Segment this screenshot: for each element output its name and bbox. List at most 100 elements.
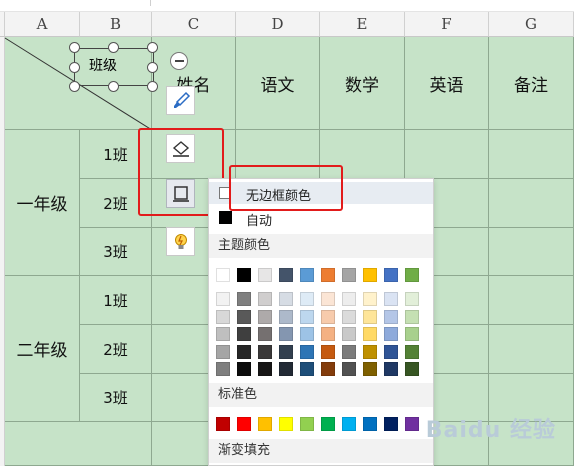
theme-shade-swatch[interactable] [300, 309, 314, 324]
class-cell[interactable]: 2班 [80, 325, 152, 374]
header-cell-math[interactable]: 数学 [320, 37, 405, 130]
theme-shade-swatch[interactable] [279, 362, 293, 376]
standard-color-swatch[interactable] [405, 417, 419, 431]
empty-cell[interactable] [489, 228, 574, 276]
theme-shade-swatch[interactable] [279, 309, 293, 324]
column-header-f[interactable]: F [405, 12, 489, 37]
resize-handle[interactable] [69, 42, 80, 53]
theme-shade-swatch[interactable] [342, 344, 356, 359]
theme-shade-swatch[interactable] [384, 292, 398, 306]
theme-shade-swatch[interactable] [405, 344, 419, 359]
theme-shade-swatch[interactable] [321, 362, 335, 376]
column-header-c[interactable]: C [152, 12, 236, 37]
theme-shade-swatch[interactable] [258, 362, 272, 376]
theme-shade-swatch[interactable] [216, 292, 230, 306]
empty-cell[interactable] [489, 179, 574, 228]
header-cell-name[interactable]: 姓名 [152, 37, 236, 130]
column-header-a[interactable]: A [5, 12, 80, 37]
theme-shade-swatch[interactable] [405, 309, 419, 324]
theme-shade-swatch[interactable] [405, 292, 419, 306]
standard-color-swatch[interactable] [342, 417, 356, 431]
theme-shade-swatch[interactable] [321, 344, 335, 359]
resize-handle[interactable] [108, 42, 119, 53]
theme-color-swatch[interactable] [405, 268, 419, 282]
theme-shade-swatch[interactable] [363, 344, 377, 359]
theme-shade-swatch[interactable] [216, 362, 230, 376]
standard-color-swatch[interactable] [384, 417, 398, 431]
resize-handle[interactable] [147, 42, 158, 53]
grade-cell-2[interactable]: 二年级 [5, 276, 80, 422]
theme-shade-swatch[interactable] [342, 362, 356, 376]
header-cell-english[interactable]: 英语 [405, 37, 489, 130]
empty-cell[interactable] [489, 276, 574, 325]
resize-handle[interactable] [108, 81, 119, 92]
theme-color-swatch[interactable] [363, 268, 377, 282]
theme-shade-swatch[interactable] [216, 344, 230, 359]
theme-shade-swatch[interactable] [342, 292, 356, 306]
class-cell[interactable]: 3班 [80, 228, 152, 276]
standard-color-swatch[interactable] [321, 417, 335, 431]
theme-shade-swatch[interactable] [321, 309, 335, 324]
theme-shade-swatch[interactable] [363, 362, 377, 376]
theme-shade-swatch[interactable] [405, 327, 419, 341]
theme-shade-swatch[interactable] [279, 292, 293, 306]
theme-shade-swatch[interactable] [321, 327, 335, 341]
class-cell[interactable]: 1班 [80, 276, 152, 325]
theme-shade-swatch[interactable] [237, 327, 251, 341]
resize-handle[interactable] [147, 81, 158, 92]
standard-color-swatch[interactable] [237, 417, 251, 431]
theme-color-swatch[interactable] [216, 268, 230, 282]
theme-shade-swatch[interactable] [405, 362, 419, 376]
theme-shade-swatch[interactable] [300, 292, 314, 306]
grade-cell-1[interactable]: 一年级 [5, 130, 80, 276]
theme-shade-swatch[interactable] [258, 327, 272, 341]
theme-shade-swatch[interactable] [384, 344, 398, 359]
theme-shade-swatch[interactable] [300, 327, 314, 341]
collapse-icon[interactable] [170, 52, 188, 70]
theme-color-swatch[interactable] [258, 268, 272, 282]
theme-color-swatch[interactable] [279, 268, 293, 282]
column-header-b[interactable]: B [80, 12, 152, 37]
theme-color-swatch[interactable] [300, 268, 314, 282]
theme-shade-swatch[interactable] [321, 292, 335, 306]
standard-color-swatch[interactable] [258, 417, 272, 431]
class-cell[interactable]: 3班 [80, 374, 152, 422]
theme-color-swatch[interactable] [384, 268, 398, 282]
theme-shade-swatch[interactable] [279, 327, 293, 341]
theme-shade-swatch[interactable] [363, 309, 377, 324]
header-cell-remarks[interactable]: 备注 [489, 37, 574, 130]
theme-shade-swatch[interactable] [363, 292, 377, 306]
theme-shade-swatch[interactable] [258, 344, 272, 359]
theme-color-swatch[interactable] [342, 268, 356, 282]
theme-shade-swatch[interactable] [216, 309, 230, 324]
standard-color-swatch[interactable] [279, 417, 293, 431]
resize-handle[interactable] [69, 62, 80, 73]
column-header-e[interactable]: E [320, 12, 405, 37]
empty-cell[interactable] [5, 422, 152, 466]
resize-handle[interactable] [69, 81, 80, 92]
standard-color-swatch[interactable] [363, 417, 377, 431]
theme-color-swatch[interactable] [321, 268, 335, 282]
theme-color-swatch[interactable] [237, 268, 251, 282]
standard-color-swatch[interactable] [216, 417, 230, 431]
theme-shade-swatch[interactable] [258, 309, 272, 324]
style-tool-button[interactable] [166, 86, 195, 115]
theme-shade-swatch[interactable] [237, 292, 251, 306]
theme-shade-swatch[interactable] [237, 344, 251, 359]
empty-cell[interactable] [489, 325, 574, 374]
column-header-d[interactable]: D [236, 12, 320, 37]
effects-tool-button[interactable] [166, 227, 195, 256]
theme-shade-swatch[interactable] [384, 309, 398, 324]
standard-color-swatch[interactable] [300, 417, 314, 431]
resize-handle[interactable] [147, 62, 158, 73]
header-cell-chinese[interactable]: 语文 [236, 37, 320, 130]
theme-shade-swatch[interactable] [342, 327, 356, 341]
theme-shade-swatch[interactable] [342, 309, 356, 324]
theme-shade-swatch[interactable] [384, 362, 398, 376]
theme-shade-swatch[interactable] [384, 327, 398, 341]
theme-shade-swatch[interactable] [258, 292, 272, 306]
theme-shade-swatch[interactable] [300, 344, 314, 359]
theme-shade-swatch[interactable] [300, 362, 314, 376]
theme-shade-swatch[interactable] [279, 344, 293, 359]
empty-cell[interactable] [405, 130, 489, 179]
